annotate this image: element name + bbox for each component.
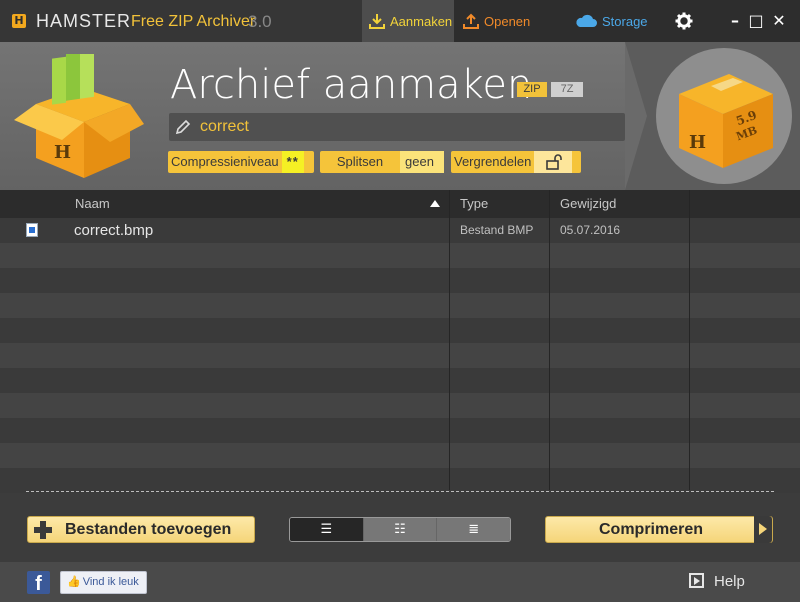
archive-size-box-icon: H xyxy=(656,48,792,184)
column-divider xyxy=(689,190,690,490)
archive-box-icon: H xyxy=(14,54,144,178)
file-type: Bestand BMP xyxy=(460,223,534,237)
lock-label: Vergrendelen xyxy=(454,154,532,169)
empty-row xyxy=(0,418,800,443)
maximize-button[interactable]: □ xyxy=(747,12,765,30)
file-list: correct.bmp Bestand BMP 05.07.2016 xyxy=(0,218,800,493)
detail-list-icon[interactable]: ☷ xyxy=(363,518,438,541)
split-label: Splitsen xyxy=(336,154,384,169)
bmp-file-icon xyxy=(26,223,38,237)
pencil-icon xyxy=(175,119,191,135)
sort-ascending-icon[interactable] xyxy=(430,200,440,207)
split-value: geen xyxy=(400,151,444,173)
tab-storage[interactable]: Storage xyxy=(574,0,660,42)
minimize-button[interactable]: – xyxy=(726,12,744,30)
archive-name-value: correct xyxy=(200,118,249,135)
file-name: correct.bmp xyxy=(74,222,154,239)
tab-open-label: Openen xyxy=(484,13,531,29)
tab-create-label: Aanmaken xyxy=(390,13,453,29)
like-label: Vind ik leuk xyxy=(82,576,139,588)
empty-row xyxy=(0,268,800,293)
empty-row xyxy=(0,443,800,468)
empty-row xyxy=(0,293,800,318)
column-name[interactable]: Naam xyxy=(75,196,110,211)
view-mode-toggle: ☰ ☷ ≣ xyxy=(289,517,511,542)
column-divider xyxy=(449,190,450,490)
compress-label: Comprimeren xyxy=(598,521,704,538)
empty-row xyxy=(0,318,800,343)
add-files-button[interactable]: Bestanden toevoegen xyxy=(27,516,255,543)
empty-row xyxy=(0,368,800,393)
tab-create[interactable]: Aanmaken xyxy=(362,0,454,42)
format-7z-button[interactable]: 7Z xyxy=(551,82,583,97)
thumbs-up-icon: 👍 xyxy=(67,576,81,588)
list-view-icon[interactable]: ☰ xyxy=(290,518,364,541)
play-arrow-icon xyxy=(754,516,772,543)
empty-row xyxy=(0,393,800,418)
gear-icon[interactable] xyxy=(675,12,693,30)
column-type[interactable]: Type xyxy=(460,196,488,211)
unlock-icon xyxy=(534,151,573,173)
compress-button[interactable]: Comprimeren xyxy=(545,516,773,543)
product-name: Free ZIP Archiver xyxy=(131,13,256,30)
facebook-icon[interactable]: f xyxy=(27,571,50,595)
svg-text:H: H xyxy=(689,132,706,153)
like-button[interactable]: 👍 Vind ik leuk xyxy=(60,571,147,594)
compression-level-option[interactable]: Compressieniveau ** xyxy=(168,151,314,173)
compact-list-icon[interactable]: ≣ xyxy=(437,518,510,541)
help-play-icon xyxy=(689,573,704,588)
product-version: 3.0 xyxy=(248,12,272,31)
help-button[interactable]: Help xyxy=(689,573,745,590)
compression-label: Compressieniveau xyxy=(171,154,279,169)
title-bar-brand-area: H HAMSTER Free ZIP Archiver 3.0 xyxy=(0,0,362,42)
file-list-header: Naam Type Gewijzigd xyxy=(0,190,800,218)
brand-name: HAMSTER xyxy=(36,11,132,31)
svg-text:H: H xyxy=(54,142,71,163)
split-option[interactable]: Splitsen geen xyxy=(320,151,444,173)
lock-option[interactable]: Vergrendelen xyxy=(451,151,581,173)
archive-name-field[interactable]: correct xyxy=(169,113,625,141)
title-bar: H HAMSTER Free ZIP Archiver 3.0 Aanmaken… xyxy=(0,0,800,42)
app-logo-icon: H xyxy=(12,14,26,28)
footer: f 👍 Vind ik leuk Help xyxy=(0,562,800,602)
format-zip-button[interactable]: ZIP xyxy=(517,82,547,97)
cloud-icon xyxy=(576,14,597,27)
tab-storage-label: Storage xyxy=(602,13,648,29)
close-button[interactable]: ✕ xyxy=(770,12,788,30)
column-modified[interactable]: Gewijzigd xyxy=(560,196,616,211)
compression-value: ** xyxy=(281,151,304,173)
tab-open[interactable]: Openen xyxy=(458,0,538,42)
download-icon xyxy=(369,14,385,29)
column-divider xyxy=(549,190,550,490)
upload-icon xyxy=(463,13,479,29)
plus-icon xyxy=(33,520,53,540)
drop-zone-divider xyxy=(26,491,774,492)
page-title: Archief aanmaken xyxy=(170,62,533,108)
header-arrow xyxy=(625,42,647,190)
add-files-label: Bestanden toevoegen xyxy=(65,521,232,538)
archive-header: H Archief aanmaken ZIP 7Z correct Compre… xyxy=(0,42,800,190)
empty-row xyxy=(0,343,800,368)
empty-row xyxy=(0,243,800,268)
table-row[interactable]: correct.bmp Bestand BMP 05.07.2016 xyxy=(0,218,800,243)
file-modified: 05.07.2016 xyxy=(560,223,621,237)
app-window: H HAMSTER Free ZIP Archiver 3.0 Aanmaken… xyxy=(0,0,800,602)
empty-row xyxy=(0,468,800,493)
help-label: Help xyxy=(714,573,745,590)
